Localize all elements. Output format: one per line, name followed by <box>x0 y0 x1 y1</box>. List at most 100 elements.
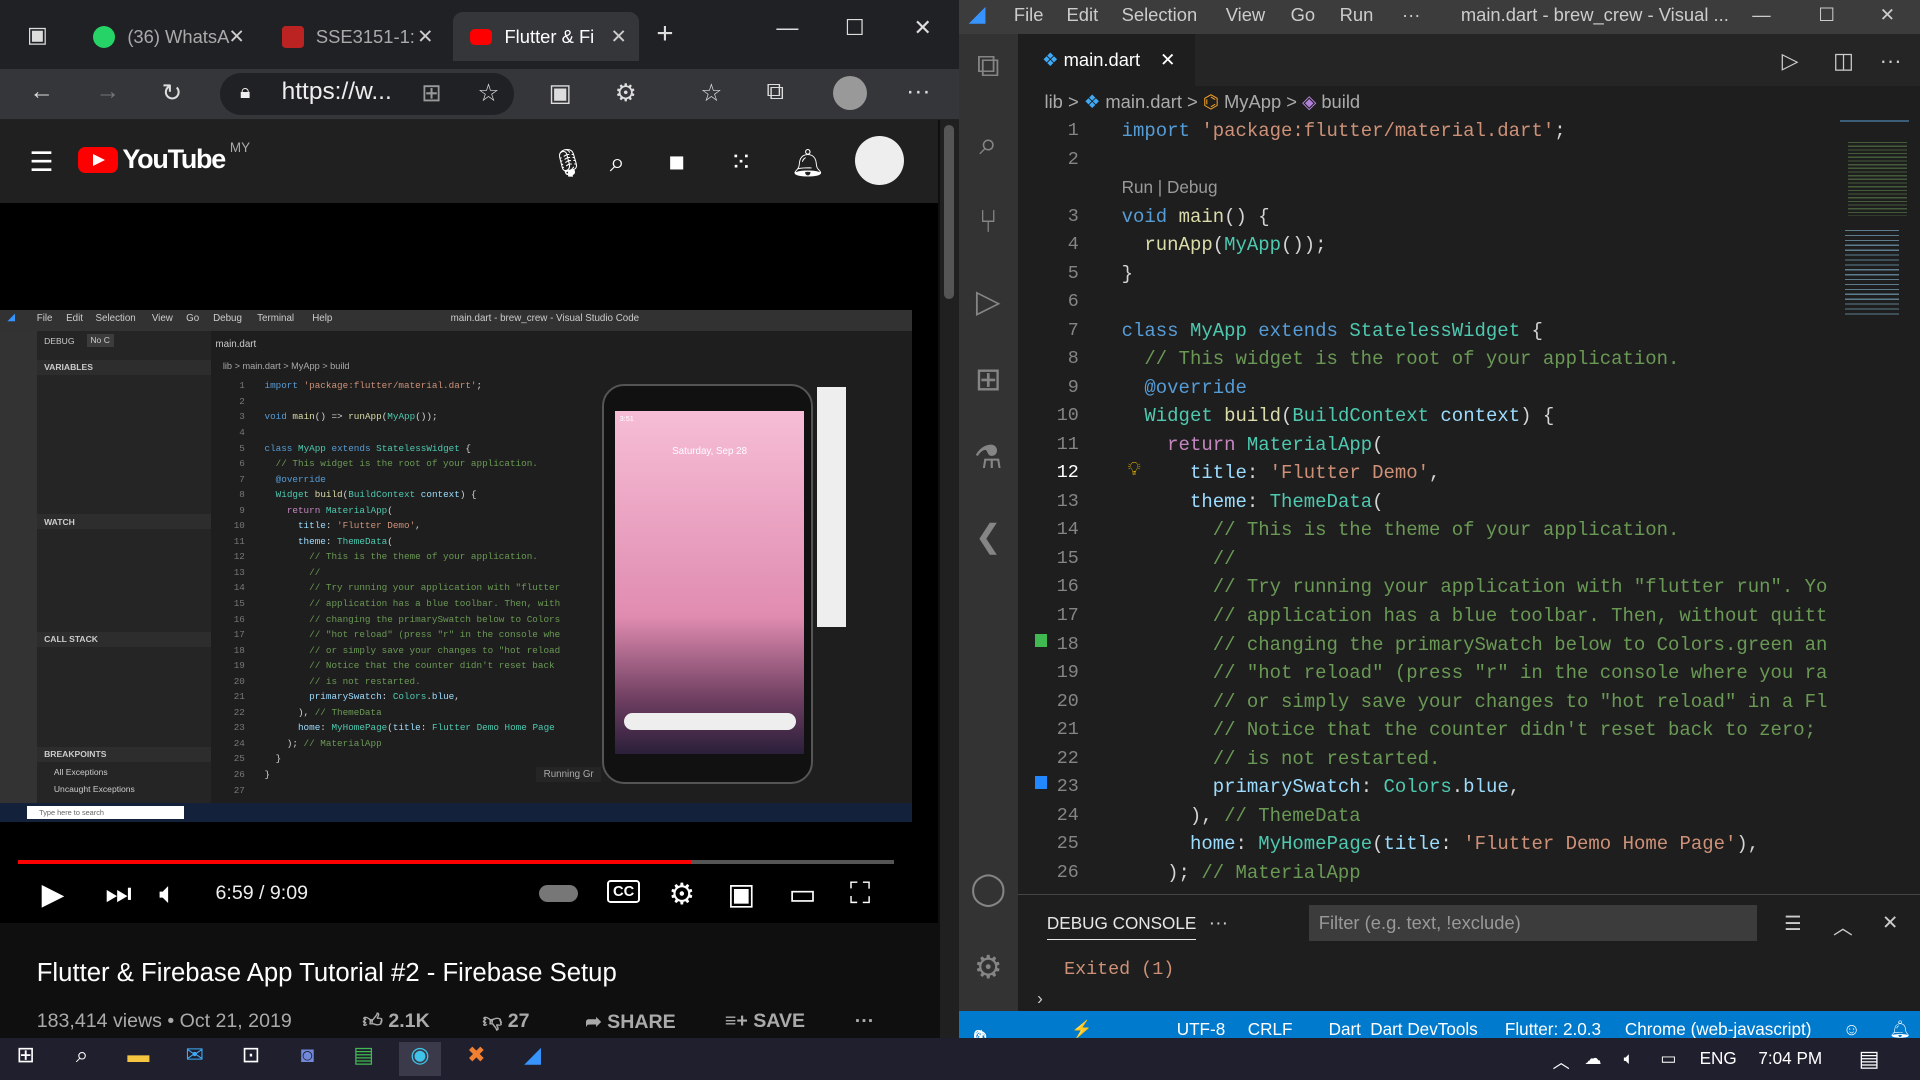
code-line[interactable]: primarySwatch: Colors.blue, <box>1122 776 1520 804</box>
close-icon[interactable]: ✕ <box>611 25 627 49</box>
close-window-button[interactable]: ✕ <box>913 15 931 41</box>
code-line[interactable]: return MaterialApp( <box>1122 434 1383 462</box>
code-line[interactable]: // is not restarted. <box>1122 748 1441 776</box>
settings-gear-icon[interactable]: ⚙ <box>669 877 695 912</box>
minimize-button[interactable]: — <box>776 15 798 41</box>
video-progress-bar[interactable] <box>18 859 894 865</box>
search-icon[interactable]: ⌕ <box>610 147 625 179</box>
start-windows-icon[interactable]: ⊞ <box>5 1042 47 1076</box>
address-bar[interactable]: 🔒︎ https://w... <box>220 73 515 116</box>
profile-avatar[interactable] <box>832 75 867 111</box>
extension-icon[interactable]: ▣ <box>549 78 572 108</box>
account-icon[interactable]: ◯ <box>966 869 1010 913</box>
menu-view[interactable]: View <box>1226 4 1265 26</box>
store-icon[interactable]: ⊡ <box>230 1042 272 1076</box>
minimap[interactable] <box>1840 120 1916 340</box>
like-button[interactable]: 👍︎ 2.1K <box>362 1010 429 1033</box>
more-menu-icon[interactable]: ··· <box>906 78 930 106</box>
crumb-build[interactable]: build <box>1321 91 1360 112</box>
apps-icon[interactable]: ⁙ <box>730 147 753 178</box>
extensions-icon[interactable]: ⊞ <box>966 360 1010 404</box>
crumb-myapp[interactable]: MyApp <box>1224 91 1281 112</box>
menu-edit[interactable]: Edit <box>1067 4 1099 26</box>
flutter-version-status[interactable]: Flutter: 2.0.3 <box>1505 1019 1601 1040</box>
maximize-panel-icon[interactable]: ︿ <box>1833 911 1853 940</box>
code-line[interactable]: runApp(MyApp()); <box>1122 234 1326 262</box>
save-button[interactable]: ≡+ SAVE <box>725 1010 805 1033</box>
code-line[interactable]: // "hot reload" (press "r" in the consol… <box>1122 662 1828 690</box>
tab-actions-icon[interactable]: ▣ <box>27 22 48 48</box>
discord-icon[interactable]: ◙ <box>287 1042 329 1076</box>
refresh-icon[interactable]: ↻ <box>162 78 183 108</box>
next-icon[interactable]: ⏭︎ <box>105 877 131 911</box>
split-editor-icon[interactable]: ◫ <box>1833 48 1854 74</box>
notifications-bell-icon[interactable]: 🔔︎ <box>1889 1019 1911 1040</box>
menu-selection[interactable]: Selection <box>1122 4 1198 26</box>
close-icon[interactable]: ✕ <box>228 25 244 49</box>
tab-whatsapp[interactable]: (36) WhatsA ✕ <box>76 12 257 61</box>
mail-icon[interactable]: ✉ <box>174 1042 216 1076</box>
onedrive-cloud-icon[interactable]: ☁ <box>1585 1048 1602 1069</box>
share-button[interactable]: ➦ SHARE <box>585 1010 675 1034</box>
panel-more-button[interactable]: ··· <box>1209 912 1229 935</box>
captions-button[interactable]: CC <box>607 880 640 903</box>
devtools-status[interactable]: Dart DevTools <box>1370 1019 1478 1040</box>
scrollbar-thumb[interactable] <box>944 124 954 299</box>
hamburger-menu-icon[interactable]: ☰ <box>29 147 53 178</box>
show-hidden-icons-chevron-icon[interactable]: ︿ <box>1553 1048 1570 1073</box>
code-line[interactable]: theme: ThemeData( <box>1122 491 1384 519</box>
search-icon[interactable]: ⌕ <box>61 1042 103 1076</box>
dislike-button[interactable]: 👎︎ 27 <box>482 1010 529 1033</box>
file-explorer-icon[interactable]: ▬ <box>118 1042 160 1076</box>
source-control-icon[interactable]: ⑂ <box>966 203 1010 247</box>
maximize-button[interactable]: ☐ <box>845 15 865 41</box>
minimize-button[interactable]: — <box>1752 4 1770 26</box>
maximize-button[interactable]: ☐ <box>1818 4 1834 26</box>
code-line[interactable]: // or simply save your changes to "hot r… <box>1122 691 1828 719</box>
back-icon[interactable]: ← <box>29 78 53 106</box>
action-center-icon[interactable]: ▤ <box>1859 1046 1880 1072</box>
filter-input[interactable]: Filter (e.g. text, !exclude) <box>1308 904 1758 942</box>
code-line[interactable]: // Try running your application with "fl… <box>1122 576 1828 604</box>
code-line[interactable]: home: MyHomePage(title: 'Flutter Demo Ho… <box>1122 833 1759 861</box>
fullscreen-icon[interactable]: ⛶ <box>850 877 871 911</box>
tab-sse3151[interactable]: SSE3151-1: ✕ <box>264 12 445 61</box>
console-prompt-chevron-icon[interactable]: › <box>1037 988 1043 1009</box>
code-line[interactable]: // changing the primarySwatch below to C… <box>1122 634 1828 662</box>
code-line[interactable]: @override <box>1122 377 1246 405</box>
language-status[interactable]: Dart <box>1329 1019 1361 1040</box>
run-icon[interactable]: ▷ <box>1782 48 1799 74</box>
apps-grid-icon[interactable]: ⊞ <box>421 78 442 108</box>
app-icon[interactable]: ▤ <box>343 1042 385 1076</box>
code-line[interactable]: ), // ThemeData <box>1122 805 1361 833</box>
code-line[interactable]: } <box>1122 263 1133 291</box>
menu-file[interactable]: File <box>1014 4 1044 26</box>
lightbulb-icon[interactable]: 💡︎ <box>1128 458 1141 480</box>
autoplay-toggle[interactable] <box>538 885 578 903</box>
search-icon[interactable]: ⌕ <box>966 125 1010 169</box>
manage-gear-icon[interactable]: ⚙ <box>966 948 1010 992</box>
close-window-button[interactable]: ✕ <box>1880 4 1895 26</box>
code-editor[interactable]: import 'package:flutter/material.dart'; R… <box>1122 120 1835 894</box>
code-line[interactable]: class MyApp extends StatelessWidget { <box>1122 320 1543 348</box>
notifications-bell-icon[interactable]: 🔔︎ <box>791 147 825 179</box>
close-panel-icon[interactable]: ✕ <box>1882 911 1898 935</box>
tab-debug-console[interactable]: DEBUG CONSOLE <box>1046 913 1197 941</box>
code-line[interactable]: // application has a blue toolbar. Then,… <box>1122 605 1828 633</box>
volume-icon[interactable]: 🔈︎ <box>159 877 177 911</box>
new-tab-button[interactable]: + <box>656 17 673 51</box>
microphone-icon[interactable]: 🎙︎ <box>551 147 585 179</box>
debug-status-icon[interactable]: ⚡ <box>1071 1019 1092 1040</box>
volume-icon[interactable]: 🔈︎ <box>1624 1048 1634 1069</box>
code-line[interactable]: void main() { <box>1122 206 1270 234</box>
close-icon[interactable]: ✕ <box>417 25 433 49</box>
code-line[interactable]: ); // MaterialApp <box>1122 862 1361 890</box>
code-line[interactable]: // This is the theme of your application… <box>1122 519 1680 547</box>
clock[interactable]: 7:04 PM <box>1758 1048 1822 1069</box>
tab-flutter-youtube[interactable]: Flutter & Fi ✕ <box>453 12 640 62</box>
more-actions-icon[interactable]: ··· <box>855 1010 875 1033</box>
collections-icon[interactable]: ⧉ <box>767 78 784 106</box>
play-icon[interactable]: ▶ <box>42 877 65 912</box>
run-debug-icon[interactable]: ▷ <box>966 282 1010 326</box>
code-line[interactable]: Run | Debug <box>1122 177 1218 205</box>
